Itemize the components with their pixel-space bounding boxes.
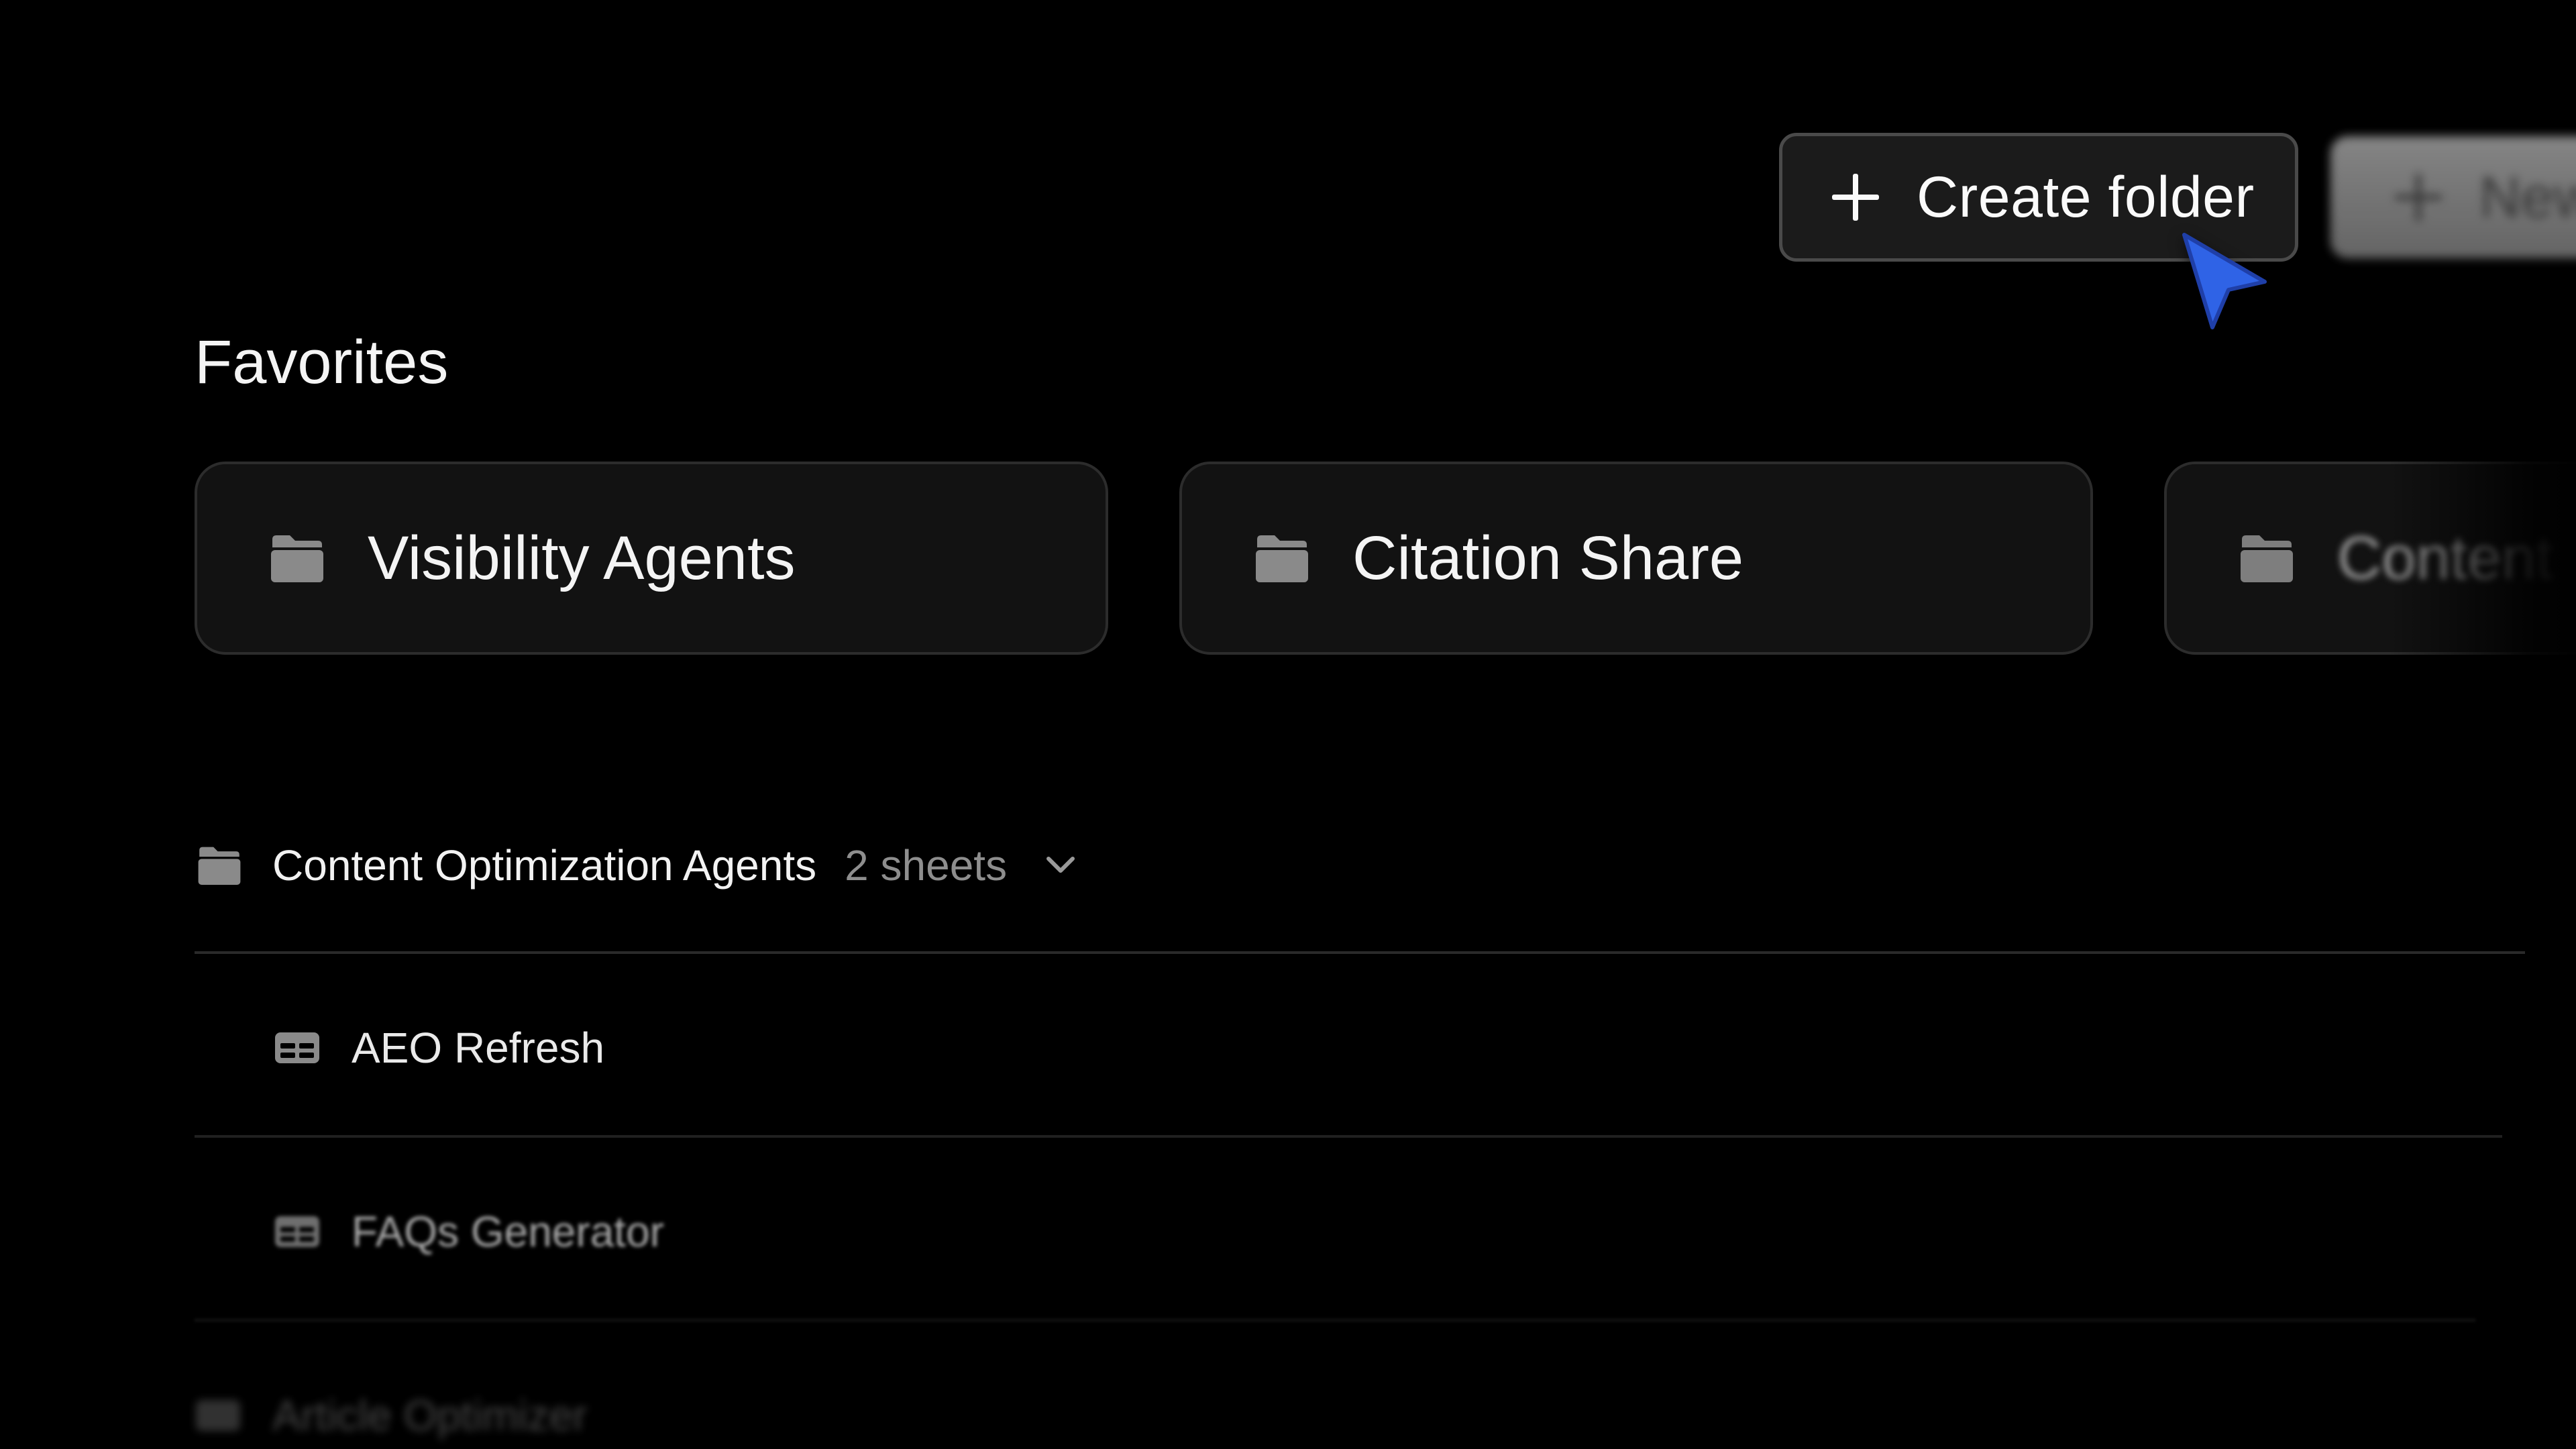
favorite-label: Visibility Agents bbox=[368, 523, 796, 592]
folder-group-name: Content Optimization Agents bbox=[272, 841, 817, 890]
favorite-label: Citation Share bbox=[1352, 523, 1743, 592]
sheet-row-aeo-refresh[interactable]: AEO Refresh bbox=[274, 1016, 604, 1080]
plus-icon bbox=[2395, 174, 2442, 221]
chevron-down-icon[interactable] bbox=[1046, 856, 1075, 875]
favorites-heading: Favorites bbox=[195, 328, 449, 396]
folder-group-header[interactable]: Content Optimization Agents 2 sheets bbox=[197, 833, 1075, 898]
folder-icon bbox=[198, 847, 241, 885]
sheet-row-article-optimizer[interactable]: Article Optimizer bbox=[195, 1383, 587, 1448]
new-label: New bbox=[2479, 164, 2576, 229]
edge-fade bbox=[2388, 429, 2576, 698]
new-button[interactable]: New bbox=[2330, 136, 2576, 258]
folder-icon bbox=[2241, 535, 2293, 582]
sheet-row-faqs-generator[interactable]: FAQs Generator bbox=[274, 1199, 664, 1264]
file-browser: Create folder New Favorites Visibility A… bbox=[0, 0, 2576, 1449]
create-folder-label: Create folder bbox=[1917, 164, 2255, 229]
sheet-label: Article Optimizer bbox=[272, 1391, 588, 1440]
folder-group-count: 2 sheets bbox=[845, 841, 1008, 890]
divider bbox=[195, 951, 2525, 954]
table-icon bbox=[196, 1400, 240, 1431]
mouse-cursor-icon bbox=[2182, 233, 2267, 329]
plus-icon bbox=[1832, 174, 1879, 221]
folder-icon bbox=[271, 535, 323, 582]
table-icon bbox=[275, 1216, 319, 1247]
favorite-card-visibility-agents[interactable]: Visibility Agents bbox=[195, 462, 1108, 655]
folder-icon bbox=[1256, 535, 1308, 582]
favorite-card-citation-share[interactable]: Citation Share bbox=[1179, 462, 2093, 655]
divider bbox=[195, 1319, 2475, 1322]
sheet-label: FAQs Generator bbox=[352, 1208, 664, 1256]
divider bbox=[195, 1135, 2502, 1138]
sheet-label: AEO Refresh bbox=[352, 1024, 605, 1072]
table-icon bbox=[275, 1032, 319, 1063]
